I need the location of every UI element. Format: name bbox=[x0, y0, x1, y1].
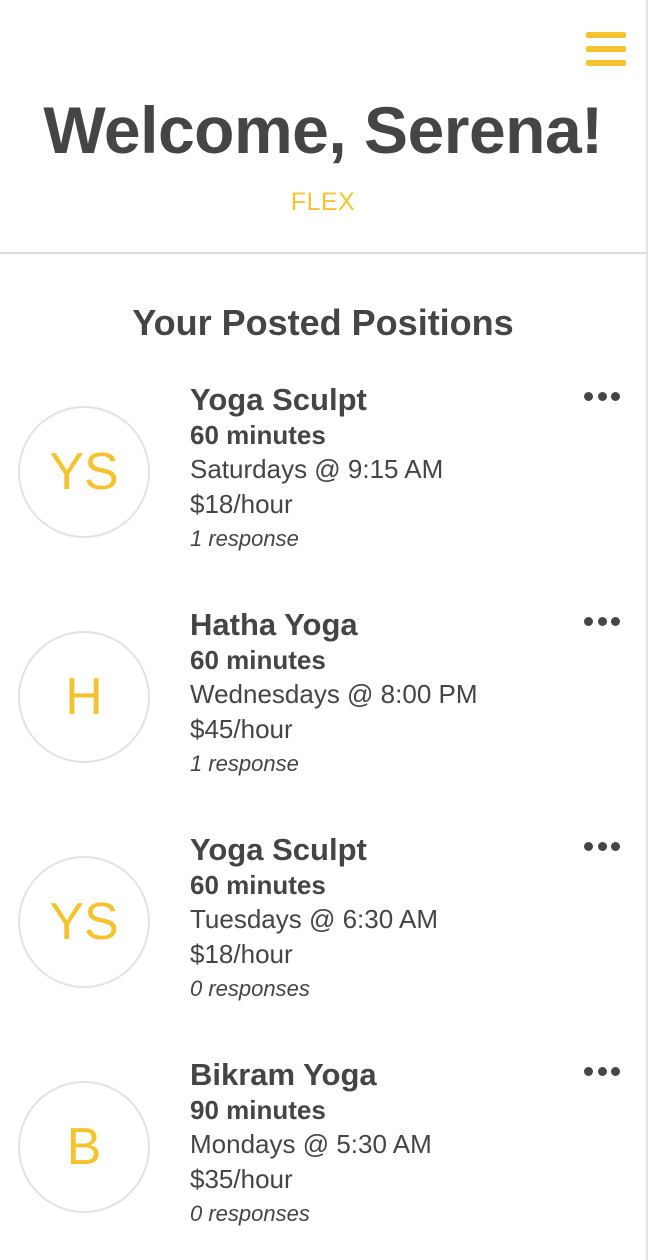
position-duration: 90 minutes bbox=[190, 1095, 326, 1125]
position-card[interactable]: YS Yoga Sculpt 60 minutes Tuesdays @ 6:3… bbox=[0, 832, 646, 1032]
position-info: Bikram Yoga 90 minutes Mondays @ 5:30 AM… bbox=[190, 1057, 590, 1230]
dot bbox=[584, 1067, 593, 1076]
position-responses: 0 responses bbox=[190, 976, 310, 1001]
menu-bar bbox=[586, 32, 626, 38]
position-card[interactable]: H Hatha Yoga 60 minutes Wednesdays @ 8:0… bbox=[0, 607, 646, 807]
welcome-title: Welcome, Serena! bbox=[43, 93, 603, 167]
dot bbox=[611, 842, 620, 851]
more-options-icon[interactable] bbox=[584, 1067, 620, 1079]
position-schedule: Wednesdays @ 8:00 PM bbox=[190, 679, 478, 709]
more-options-icon[interactable] bbox=[584, 842, 620, 854]
dot bbox=[597, 842, 607, 851]
avatar: YS bbox=[18, 856, 150, 988]
position-schedule: Tuesdays @ 6:30 AM bbox=[190, 904, 438, 934]
position-rate: $18/hour bbox=[190, 489, 293, 519]
position-title: Yoga Sculpt bbox=[190, 832, 367, 867]
more-options-icon[interactable] bbox=[584, 392, 620, 404]
position-info: Yoga Sculpt 60 minutes Tuesdays @ 6:30 A… bbox=[190, 832, 590, 1005]
hamburger-menu-icon[interactable] bbox=[586, 32, 626, 66]
position-card[interactable]: B Bikram Yoga 90 minutes Mondays @ 5:30 … bbox=[0, 1057, 646, 1257]
dot bbox=[611, 392, 620, 401]
menu-bar bbox=[586, 46, 626, 52]
position-info: Yoga Sculpt 60 minutes Saturdays @ 9:15 … bbox=[190, 382, 590, 555]
position-title: Hatha Yoga bbox=[190, 607, 358, 642]
position-schedule: Saturdays @ 9:15 AM bbox=[190, 454, 444, 484]
position-title: Bikram Yoga bbox=[190, 1057, 377, 1092]
position-info: Hatha Yoga 60 minutes Wednesdays @ 8:00 … bbox=[190, 607, 590, 780]
position-duration: 60 minutes bbox=[190, 645, 326, 675]
more-options-icon[interactable] bbox=[584, 617, 620, 629]
avatar: B bbox=[18, 1081, 150, 1213]
menu-bar bbox=[586, 60, 626, 66]
position-rate: $45/hour bbox=[190, 714, 293, 744]
dot bbox=[584, 617, 593, 626]
position-responses: 0 responses bbox=[190, 1201, 310, 1226]
page: Welcome, Serena! FLEX Your Posted Positi… bbox=[0, 0, 648, 1260]
brand-label: FLEX bbox=[290, 188, 356, 216]
avatar: H bbox=[18, 631, 150, 763]
dot bbox=[597, 617, 607, 626]
section-title: Your Posted Positions bbox=[132, 302, 514, 343]
dot bbox=[584, 392, 593, 401]
dot bbox=[611, 617, 620, 626]
position-responses: 1 response bbox=[190, 751, 299, 776]
position-card[interactable]: YS Yoga Sculpt 60 minutes Saturdays @ 9:… bbox=[0, 382, 646, 582]
position-schedule: Mondays @ 5:30 AM bbox=[190, 1129, 432, 1159]
position-title: Yoga Sculpt bbox=[190, 382, 367, 417]
position-responses: 1 response bbox=[190, 526, 299, 551]
dot bbox=[597, 392, 607, 401]
position-rate: $18/hour bbox=[190, 939, 293, 969]
avatar: YS bbox=[18, 406, 150, 538]
dot bbox=[611, 1067, 620, 1076]
dot bbox=[584, 842, 593, 851]
position-duration: 60 minutes bbox=[190, 420, 326, 450]
position-duration: 60 minutes bbox=[190, 870, 326, 900]
header: Welcome, Serena! FLEX bbox=[0, 0, 646, 254]
position-rate: $35/hour bbox=[190, 1164, 293, 1194]
dot bbox=[597, 1067, 607, 1076]
